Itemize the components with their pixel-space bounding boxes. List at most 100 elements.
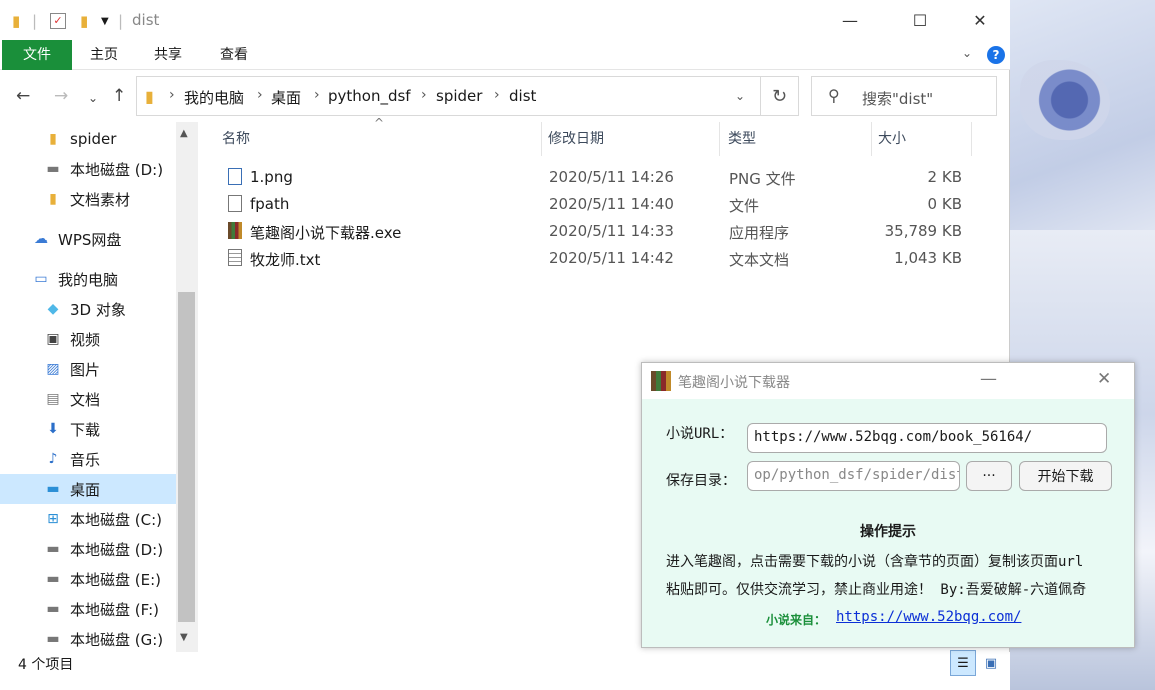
breadcrumb-chevron-icon[interactable]: › xyxy=(257,87,263,103)
file-row[interactable]: fpath 2020/5/11 14:40 文件 0 KB xyxy=(224,191,984,218)
tips-text-line-2: 粘贴即可。仅供交流学习，禁止商业用途！ By:吾爱破解-六道佩奇 xyxy=(666,582,1087,598)
sidebar-item-pictures[interactable]: ▨ 图片 xyxy=(0,354,176,384)
tab-file[interactable]: 文件 xyxy=(2,40,72,70)
close-button[interactable]: ✕ xyxy=(957,0,1003,40)
browse-button[interactable]: ··· xyxy=(966,461,1012,491)
file-size: 35,789 KB xyxy=(884,222,962,240)
breadcrumb-my-computer[interactable]: 我的电脑 xyxy=(184,87,244,108)
file-name: 牧龙师.txt xyxy=(250,251,321,269)
downloader-dialog: 笔趣阁小说下载器 — ✕ 小说URL： https://www.52bqg.co… xyxy=(641,362,1135,648)
folder-icon: ▮ xyxy=(49,131,57,147)
source-link[interactable]: https://www.52bqg.com/ xyxy=(836,609,1021,625)
sidebar-item-label: 下载 xyxy=(70,420,101,439)
separator: | xyxy=(32,12,38,30)
books-app-icon xyxy=(228,222,242,239)
sidebar-item-drive-c[interactable]: ⊞ 本地磁盘 (C:) xyxy=(0,504,176,534)
scroll-down-arrow-icon[interactable]: ▼ xyxy=(180,632,188,643)
address-dropdown-icon[interactable]: ⌄ xyxy=(735,89,745,103)
sidebar-item-videos[interactable]: ▣ 视频 xyxy=(0,324,176,354)
sidebar-item-doc-materials[interactable]: ▮ 文档素材 xyxy=(0,184,176,214)
sidebar-item-label: 3D 对象 xyxy=(70,300,126,319)
text-file-icon xyxy=(228,249,242,266)
drive-icon: ▬ xyxy=(46,631,60,647)
file-row[interactable]: 1.png 2020/5/11 14:26 PNG 文件 2 KB xyxy=(224,164,984,191)
tab-home[interactable]: 主页 xyxy=(80,40,128,70)
url-input[interactable]: https://www.52bqg.com/book_56164/ xyxy=(747,423,1107,453)
scroll-up-arrow-icon[interactable]: ▲ xyxy=(180,128,188,139)
tab-share[interactable]: 共享 xyxy=(144,40,192,70)
breadcrumb-python-dsf[interactable]: python_dsf xyxy=(328,87,411,105)
file-type: 文本文档 xyxy=(729,251,790,269)
document-icon: ▤ xyxy=(46,391,60,407)
address-bar[interactable]: ▮ › 我的电脑 › 桌面 › python_dsf › spider › di… xyxy=(136,76,761,116)
separator: | xyxy=(118,12,124,30)
large-icons-view-icon[interactable]: ▣ xyxy=(978,650,1004,676)
breadcrumb-chevron-icon[interactable]: › xyxy=(494,87,500,103)
url-label: 小说URL： xyxy=(666,426,734,442)
drive-icon: ▬ xyxy=(46,571,60,587)
scrollbar-thumb[interactable] xyxy=(178,292,195,622)
column-header-size[interactable]: 大小 xyxy=(874,122,972,156)
sidebar-item-drive-e[interactable]: ▬ 本地磁盘 (E:) xyxy=(0,564,176,594)
recent-locations-chevron-icon[interactable]: ⌄ xyxy=(88,91,98,105)
sidebar-item-label: 我的电脑 xyxy=(58,270,119,289)
sidebar-item-documents[interactable]: ▤ 文档 xyxy=(0,384,176,414)
column-header-type[interactable]: 类型 xyxy=(724,122,872,156)
search-placeholder: 搜索"dist" xyxy=(862,90,934,108)
dialog-close-button[interactable]: ✕ xyxy=(1097,369,1111,389)
dialog-minimize-button[interactable]: — xyxy=(980,369,997,389)
details-view-icon[interactable]: ☰ xyxy=(950,650,976,676)
file-row[interactable]: 牧龙师.txt 2020/5/11 14:42 文本文档 1,043 KB xyxy=(224,245,984,272)
search-input[interactable]: ⚲ 搜索"dist" xyxy=(811,76,997,116)
sidebar-item-drive-d[interactable]: ▬ 本地磁盘 (D:) xyxy=(0,154,176,184)
breadcrumb-dist[interactable]: dist xyxy=(509,87,536,105)
file-name: 1.png xyxy=(250,168,293,186)
breadcrumb-chevron-icon[interactable]: › xyxy=(169,87,175,103)
ribbon-tabs: 文件 主页 共享 查看 ⌄ ? xyxy=(0,40,1010,70)
sidebar-item-drive-g[interactable]: ▬ 本地磁盘 (G:) xyxy=(0,624,176,652)
windows-drive-icon: ⊞ xyxy=(47,511,59,527)
file-name: 笔趣阁小说下载器.exe xyxy=(250,224,402,242)
column-header-date[interactable]: 修改日期 xyxy=(544,122,720,156)
sidebar-item-drive-f[interactable]: ▬ 本地磁盘 (F:) xyxy=(0,594,176,624)
breadcrumb-spider[interactable]: spider xyxy=(436,87,482,105)
properties-icon[interactable]: ✓ xyxy=(50,13,66,29)
quick-access-dropdown-icon[interactable]: ▼ xyxy=(101,16,109,27)
expand-ribbon-icon[interactable]: ⌄ xyxy=(962,46,972,60)
sidebar-item-music[interactable]: ♪ 音乐 xyxy=(0,444,176,474)
video-icon: ▣ xyxy=(46,331,60,347)
breadcrumb-chevron-icon[interactable]: › xyxy=(421,87,427,103)
file-date: 2020/5/11 14:26 xyxy=(549,168,674,186)
new-folder-icon[interactable]: ▮ xyxy=(80,12,88,30)
maximize-button[interactable]: ☐ xyxy=(897,0,943,40)
sidebar-scrollbar[interactable]: ▲ ▼ xyxy=(176,122,198,652)
file-type: PNG 文件 xyxy=(729,170,796,188)
refresh-icon[interactable]: ↻ xyxy=(761,76,799,116)
sidebar-item-spider[interactable]: ▮ spider xyxy=(0,124,176,154)
start-download-button[interactable]: 开始下载 xyxy=(1019,461,1112,491)
books-app-icon xyxy=(651,371,671,391)
column-header-name[interactable]: 名称 xyxy=(218,122,542,156)
file-size: 1,043 KB xyxy=(894,249,962,267)
breadcrumb-chevron-icon[interactable]: › xyxy=(314,87,320,103)
drive-icon: ▬ xyxy=(46,541,60,557)
file-date: 2020/5/11 14:40 xyxy=(549,195,674,213)
save-dir-input[interactable]: op/python_dsf/spider/dist xyxy=(747,461,960,491)
minimize-button[interactable]: — xyxy=(827,0,873,40)
help-icon[interactable]: ? xyxy=(987,46,1005,64)
back-arrow-icon[interactable]: ← xyxy=(16,86,30,106)
sidebar-item-downloads[interactable]: ⬇ 下载 xyxy=(0,414,176,444)
sidebar-item-my-computer[interactable]: ▭ 我的电脑 xyxy=(0,264,176,294)
desktop-icon: ▬ xyxy=(46,481,60,497)
forward-arrow-icon[interactable]: → xyxy=(54,86,68,106)
up-arrow-icon[interactable]: ↑ xyxy=(112,86,126,106)
breadcrumb-desktop[interactable]: 桌面 xyxy=(271,87,301,108)
file-row[interactable]: 笔趣阁小说下载器.exe 2020/5/11 14:33 应用程序 35,789… xyxy=(224,218,984,245)
sidebar-item-label: spider xyxy=(70,130,117,148)
tab-view[interactable]: 查看 xyxy=(210,40,258,70)
sidebar-item-desktop[interactable]: ▬ 桌面 xyxy=(0,474,176,504)
sidebar-item-label: 本地磁盘 (D:) xyxy=(70,160,164,179)
sidebar-item-drive-d[interactable]: ▬ 本地磁盘 (D:) xyxy=(0,534,176,564)
sidebar-item-wps-drive[interactable]: ☁ WPS网盘 xyxy=(0,224,176,254)
sidebar-item-3d-objects[interactable]: ◆ 3D 对象 xyxy=(0,294,176,324)
